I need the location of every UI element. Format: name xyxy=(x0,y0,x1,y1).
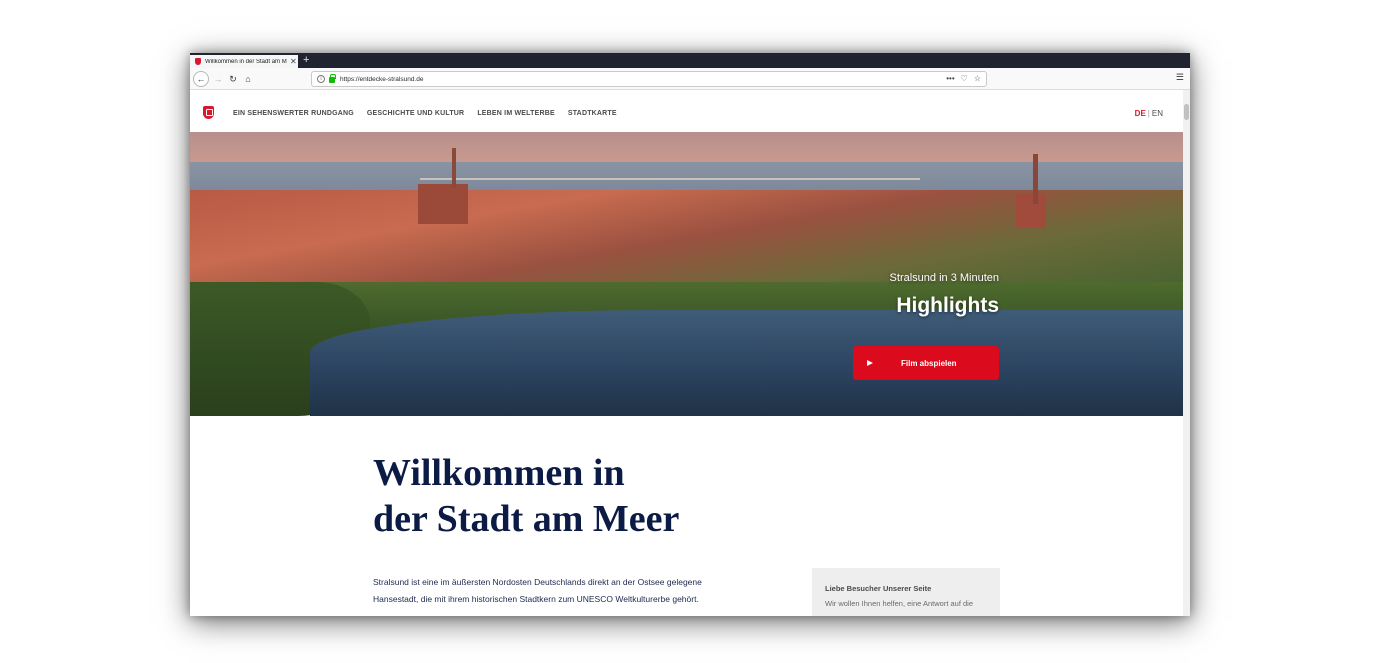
nav-item-geschichte[interactable]: GESCHICHTE UND KULTUR xyxy=(367,110,464,117)
intro-paragraph: Stralsund ist eine im äußersten Nordoste… xyxy=(373,577,702,604)
bookmark-star-icon[interactable]: ☆ xyxy=(974,74,981,83)
browser-window: Willkommen in der Stadt am Meer ✕ + ← → … xyxy=(190,53,1190,616)
forward-button[interactable]: → xyxy=(210,71,226,87)
page-scrollbar[interactable] xyxy=(1183,90,1190,616)
tab-strip: Willkommen in der Stadt am Meer ✕ + xyxy=(190,53,1190,68)
hero-pond xyxy=(310,310,1183,416)
hero-church-left xyxy=(418,184,468,224)
tab-title: Willkommen in der Stadt am Meer xyxy=(205,58,287,65)
play-icon xyxy=(867,360,873,366)
welcome-line-2: der Stadt am Meer xyxy=(373,498,680,540)
url-text[interactable]: https://entdecke-stralsund.de xyxy=(340,76,423,83)
nav-item-leben[interactable]: LEBEN IM WELTERBE xyxy=(477,110,555,117)
welcome-heading: Willkommen in der Stadt am Meer xyxy=(373,450,793,542)
hamburger-menu-icon[interactable]: ☰ xyxy=(1176,72,1184,83)
language-switcher: DE | EN xyxy=(1135,109,1163,118)
play-film-label: Film abspielen xyxy=(901,358,957,368)
play-film-button[interactable]: Film abspielen xyxy=(853,346,999,380)
home-button[interactable]: ⌂ xyxy=(240,71,256,87)
hero-subtitle: Stralsund in 3 Minuten xyxy=(889,272,999,284)
reload-button[interactable]: ↻ xyxy=(225,71,241,87)
lang-de[interactable]: DE xyxy=(1135,109,1146,118)
back-button[interactable]: ← xyxy=(193,71,209,87)
hero-spire-right xyxy=(1033,154,1038,204)
visitor-info-box: Liebe Besucher Unserer Seite Wir wollen … xyxy=(812,568,1000,616)
new-tab-button[interactable]: + xyxy=(303,54,309,67)
visitor-box-text: Wir wollen Ihnen helfen, eine Antwort au… xyxy=(825,599,974,608)
hero-spire-left xyxy=(452,148,456,188)
hero-church-right xyxy=(1016,194,1046,228)
url-actions: ••• ♡ ☆ xyxy=(946,74,981,83)
info-icon[interactable]: i xyxy=(317,75,325,83)
page-viewport: EIN SEHENSWERTER RUNDGANG GESCHICHTE UND… xyxy=(190,90,1190,616)
lang-en[interactable]: EN xyxy=(1152,109,1163,118)
hero-image: Stralsund in 3 Minuten Highlights Film a… xyxy=(190,132,1183,416)
nav-item-rundgang[interactable]: EIN SEHENSWERTER RUNDGANG xyxy=(233,110,354,117)
favicon-icon xyxy=(195,58,201,65)
lock-icon xyxy=(329,74,336,83)
hero-title: Highlights xyxy=(896,294,999,317)
scrollbar-thumb[interactable] xyxy=(1184,104,1189,120)
browser-tab[interactable]: Willkommen in der Stadt am Meer ✕ xyxy=(190,55,298,68)
site-header: EIN SEHENSWERTER RUNDGANG GESCHICHTE UND… xyxy=(190,90,1183,132)
screenshot-stage: Willkommen in der Stadt am Meer ✕ + ← → … xyxy=(0,0,1400,663)
address-bar[interactable]: i https://entdecke-stralsund.de ••• ♡ ☆ xyxy=(311,71,987,87)
close-tab-icon[interactable]: ✕ xyxy=(290,57,297,66)
nav-item-stadtkarte[interactable]: STADTKARTE xyxy=(568,110,617,117)
visitor-box-title: Liebe Besucher Unserer Seite xyxy=(825,584,932,593)
pocket-icon[interactable]: ♡ xyxy=(961,74,968,83)
city-crest-logo[interactable] xyxy=(203,106,214,119)
page-actions-icon[interactable]: ••• xyxy=(946,74,954,83)
lang-separator: | xyxy=(1147,109,1150,118)
welcome-line-1: Willkommen in xyxy=(373,452,625,494)
main-nav: EIN SEHENSWERTER RUNDGANG GESCHICHTE UND… xyxy=(233,110,617,117)
browser-toolbar: ← → ↻ ⌂ i https://entdecke-stralsund.de … xyxy=(190,68,1190,90)
hero-bridge xyxy=(420,178,920,180)
hero-caption: Stralsund in 3 Minuten Highlights xyxy=(890,272,999,318)
